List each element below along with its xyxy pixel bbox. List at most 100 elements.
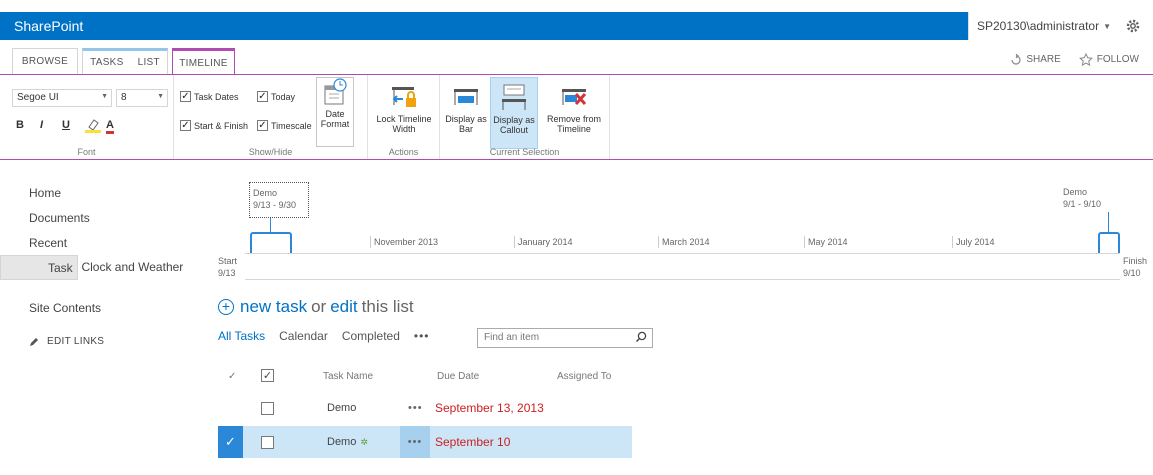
column-header-assigned-to[interactable]: Assigned To — [557, 371, 611, 382]
row-menu-button[interactable]: ••• — [408, 392, 423, 424]
chevron-down-icon: ▼ — [1103, 21, 1111, 31]
highlight-icon[interactable] — [84, 117, 102, 133]
row-checkbox[interactable] — [261, 392, 274, 424]
task-dates-checkbox[interactable]: ✓ Task Dates — [180, 91, 239, 102]
ribbon-group-actions: Lock Timeline Width Actions — [368, 75, 440, 159]
callout-icon — [502, 84, 526, 110]
checkbox-icon: ✓ — [257, 90, 268, 102]
tab-timeline[interactable]: TIMELINE — [172, 48, 235, 75]
font-color-button[interactable]: A — [106, 119, 114, 134]
finish-date: 9/10 — [1123, 268, 1141, 278]
group-label: Show/Hide — [248, 147, 293, 157]
nav-item-task[interactable]: Task — [0, 255, 78, 280]
group-label: Actions — [388, 147, 419, 157]
task-name[interactable]: Demo — [327, 392, 356, 424]
edit-links-button[interactable]: EDIT LINKS — [0, 336, 200, 347]
callout-connector — [270, 218, 271, 232]
start-finish-checkbox[interactable]: ✓ Start & Finish — [180, 120, 248, 131]
bar-icon — [454, 89, 478, 105]
today-checkbox[interactable]: ✓ Today — [257, 91, 295, 102]
row-checkbox[interactable] — [261, 426, 274, 458]
checkbox-icon: ✓ — [261, 369, 274, 382]
timescale-checkbox[interactable]: ✓ Timescale — [257, 120, 312, 131]
chevron-down-icon: ▼ — [157, 93, 164, 100]
star-icon — [1078, 53, 1093, 66]
view-completed[interactable]: Completed — [342, 329, 400, 343]
tab-group-tasks-list: TASKS LIST — [82, 48, 168, 74]
nav-item-site-contents[interactable]: Site Contents — [0, 295, 200, 320]
task-dates-label: Task Dates — [194, 91, 239, 102]
remove-icon — [562, 89, 587, 106]
select-all-checkbox[interactable]: ✓ — [261, 369, 274, 382]
lock-timeline-width-button[interactable]: Lock Timeline Width — [372, 81, 436, 134]
select-all-tick[interactable]: ✓ — [228, 371, 236, 382]
this-list-text: this list — [361, 297, 414, 316]
italic-button[interactable]: I — [40, 119, 43, 131]
view-all-tasks[interactable]: All Tasks — [218, 329, 265, 343]
nav-item-documents[interactable]: Documents — [0, 205, 200, 230]
callout-title: Demo — [1063, 187, 1088, 197]
user-name: SP20130\administrator — [977, 19, 1100, 33]
more-views-button[interactable]: ••• — [414, 329, 430, 343]
gear-icon[interactable] — [1125, 18, 1141, 34]
today-label: Today — [271, 91, 296, 102]
callout-bracket-left — [250, 232, 292, 254]
share-button[interactable]: SHARE — [1010, 53, 1061, 66]
task-name[interactable]: Demo — [327, 436, 356, 448]
tab-browse[interactable]: BROWSE — [12, 48, 78, 74]
new-task-link[interactable]: new task — [240, 297, 307, 317]
column-header-due-date[interactable]: Due Date — [437, 371, 479, 382]
display-as-callout-button[interactable]: Display as Callout — [490, 77, 538, 149]
timeline-start: Start 9/13 — [218, 255, 237, 279]
timescale-label: July 2014 — [952, 236, 995, 248]
search-icon[interactable] — [635, 331, 647, 343]
share-follow: SHARE FOLLOW — [1010, 53, 1139, 66]
bold-button[interactable]: B — [16, 119, 24, 131]
display-as-bar-label: Display as Bar — [445, 114, 487, 134]
ribbon: Segoe UI ▼ 8 ▼ B I U A Font ✓ Task Dates… — [0, 74, 1153, 160]
search-input[interactable]: Find an item — [477, 328, 653, 348]
row-menu-button[interactable]: ••• — [400, 426, 430, 458]
tab-tasks[interactable]: TASKS — [90, 57, 124, 68]
share-label: SHARE — [1026, 54, 1061, 65]
date-format-button[interactable]: Date Format — [316, 77, 354, 147]
nav-item-recent[interactable]: Recent — [0, 230, 200, 255]
view-calendar[interactable]: Calendar — [279, 329, 328, 343]
pencil-icon — [30, 337, 38, 346]
table-row-selected[interactable]: Demo ✲ ••• September 10 — [218, 426, 632, 458]
font-size-select[interactable]: 8 ▼ — [116, 89, 168, 107]
share-icon — [1011, 53, 1021, 65]
callout-title: Demo — [253, 188, 278, 198]
font-size-value: 8 — [121, 92, 127, 103]
font-family-select[interactable]: Segoe UI ▼ — [12, 89, 112, 107]
timeline: Demo 9/13 - 9/30 Demo 9/1 - 9/10 Novembe… — [212, 180, 1153, 290]
nav-item-home[interactable]: Home — [0, 180, 200, 205]
due-date: September 10 — [435, 435, 511, 449]
checkbox-icon — [261, 401, 274, 415]
timescale-label: January 2014 — [514, 236, 573, 248]
edit-list-link[interactable]: edit — [330, 297, 357, 317]
ribbon-group-show-hide: ✓ Task Dates ✓ Today ✓ Start & Finish ✓ … — [174, 75, 368, 159]
date-format-label: Date Format — [320, 109, 350, 129]
calendar-clock-icon — [324, 78, 347, 105]
display-as-bar-button[interactable]: Display as Bar — [444, 81, 488, 134]
underline-button[interactable]: U — [62, 119, 70, 131]
brand-link[interactable]: SharePoint — [0, 18, 83, 34]
timeline-bar — [245, 253, 1120, 280]
column-header-task-name[interactable]: Task Name — [323, 371, 373, 382]
user-menu[interactable]: SP20130\administrator ▼ — [968, 12, 1153, 40]
quick-launch-nav: Home Documents Recent Task World Clock a… — [0, 180, 200, 347]
timescale-label: Timescale — [271, 120, 312, 131]
follow-button[interactable]: FOLLOW — [1078, 53, 1139, 66]
row-selected-tick[interactable]: ✓ — [218, 426, 243, 458]
edit-links-label: EDIT LINKS — [47, 336, 105, 347]
timeline-callout-right[interactable]: Demo 9/1 - 9/10 — [1063, 186, 1101, 210]
view-selector: All Tasks Calendar Completed ••• — [218, 329, 447, 343]
ribbon-group-font: Segoe UI ▼ 8 ▼ B I U A Font — [0, 75, 174, 159]
remove-from-timeline-button[interactable]: Remove from Timeline — [542, 81, 606, 134]
plus-icon[interactable]: + — [218, 299, 234, 315]
tab-list[interactable]: LIST — [138, 57, 160, 68]
callout-bracket-right — [1098, 232, 1120, 254]
timeline-callout-left[interactable]: Demo 9/13 - 9/30 — [249, 182, 309, 218]
table-row[interactable]: Demo ••• September 13, 2013 — [218, 392, 632, 424]
